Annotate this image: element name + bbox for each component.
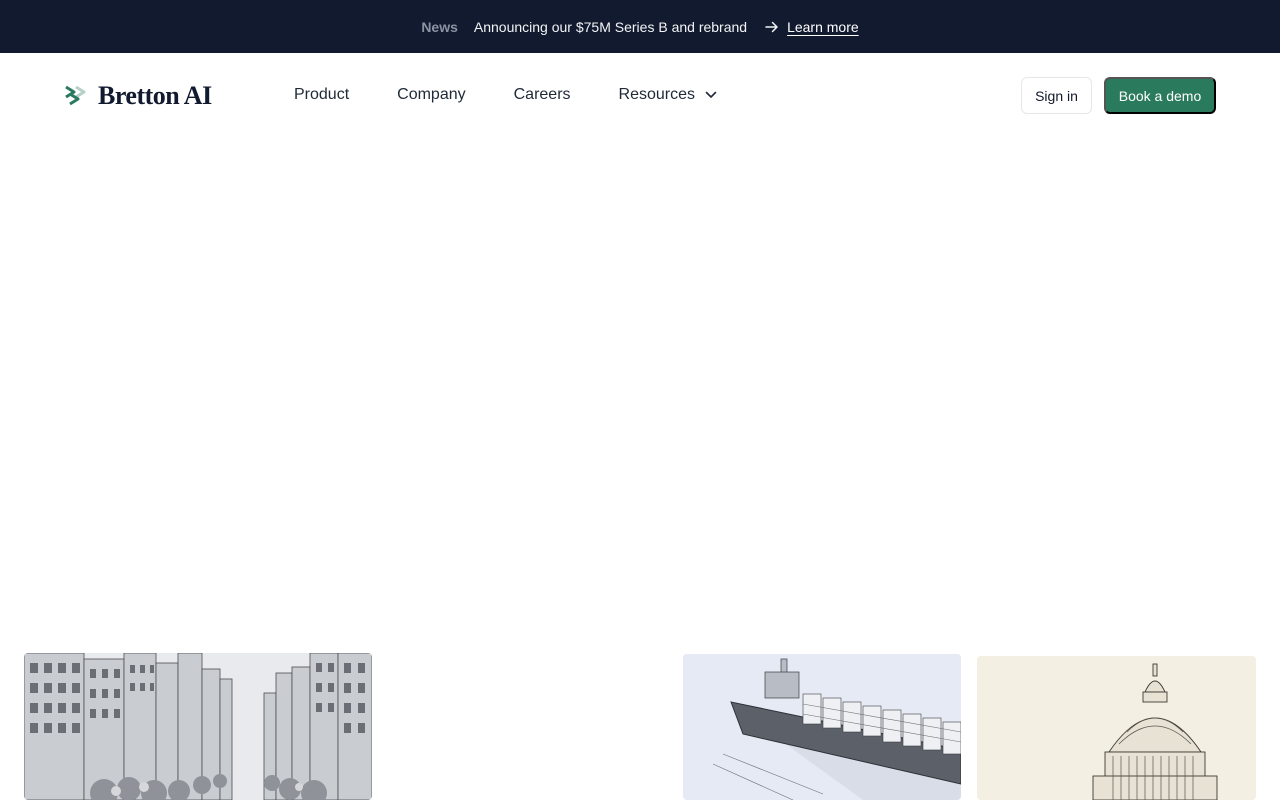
- announcement-bar: News Announcing our $75M Series B and re…: [0, 0, 1280, 53]
- city-street-illustration: [24, 653, 372, 800]
- nav-item-label: Resources: [618, 86, 696, 103]
- nav-item-resources[interactable]: Resources: [619, 86, 717, 104]
- container-ship-illustration: [683, 654, 961, 800]
- brand-logo[interactable]: Bretton AI: [64, 81, 212, 111]
- nav-menu: Product Company Careers Resources: [294, 86, 765, 104]
- main-nav: Bretton AI Product Company Careers Resou…: [0, 53, 1280, 137]
- learn-more-link[interactable]: Learn more: [787, 19, 859, 35]
- news-tag: News: [421, 18, 458, 35]
- nav-item-label: Careers: [513, 86, 571, 103]
- book-demo-button[interactable]: Book a demo: [1104, 77, 1216, 114]
- double-chevron-logo-icon: [64, 85, 88, 107]
- nav-item-label: Company: [397, 86, 466, 103]
- nav-item-label: Product: [294, 86, 350, 103]
- brand-wordmark: Bretton AI: [98, 81, 212, 110]
- nav-item-careers[interactable]: Careers: [514, 86, 571, 104]
- sign-in-button[interactable]: Sign in: [1021, 77, 1092, 114]
- chevron-down-icon: [705, 91, 717, 99]
- nav-item-product[interactable]: Product: [294, 86, 349, 104]
- capitol-dome-illustration: [977, 656, 1256, 800]
- nav-item-company[interactable]: Company: [397, 86, 465, 104]
- arrow-right-icon: [765, 21, 779, 33]
- announcement-message: Announcing our $75M Series B and rebrand: [473, 18, 748, 35]
